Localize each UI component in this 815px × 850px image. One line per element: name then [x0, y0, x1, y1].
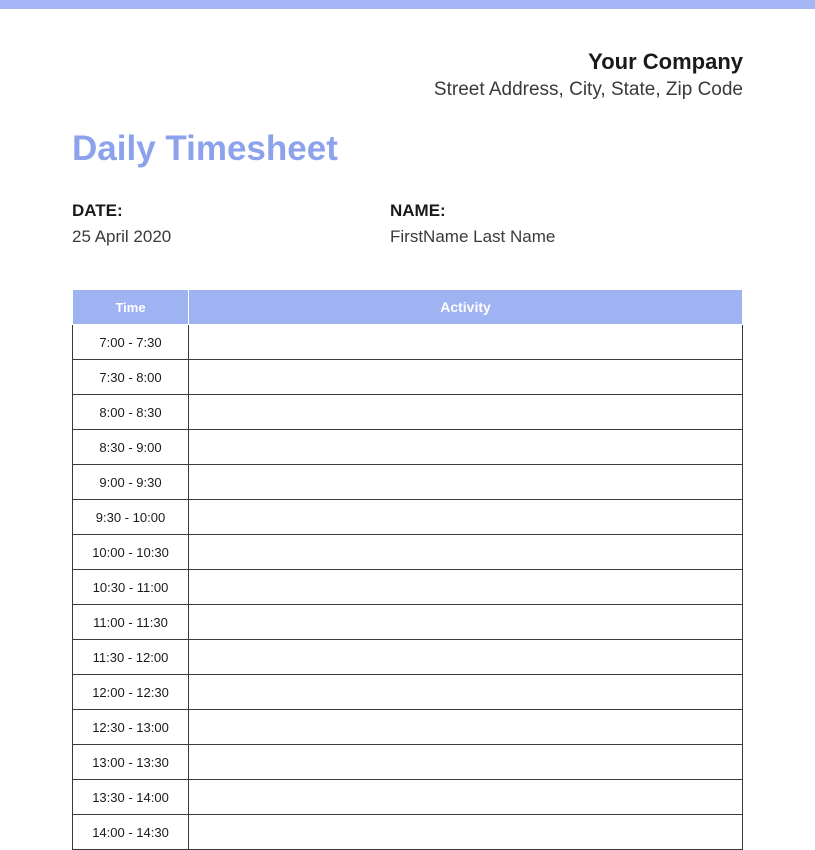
- info-row: DATE: 25 April 2020 NAME: FirstName Last…: [72, 201, 743, 247]
- time-cell: 8:30 - 9:00: [73, 430, 189, 465]
- activity-cell[interactable]: [189, 780, 743, 815]
- time-cell: 10:00 - 10:30: [73, 535, 189, 570]
- company-header: Your Company Street Address, City, State…: [72, 49, 743, 101]
- activity-cell[interactable]: [189, 640, 743, 675]
- activity-cell[interactable]: [189, 325, 743, 360]
- table-row: 13:30 - 14:00: [73, 780, 743, 815]
- time-cell: 13:30 - 14:00: [73, 780, 189, 815]
- time-cell: 8:00 - 8:30: [73, 395, 189, 430]
- table-row: 8:30 - 9:00: [73, 430, 743, 465]
- activity-cell[interactable]: [189, 535, 743, 570]
- time-cell: 9:00 - 9:30: [73, 465, 189, 500]
- table-row: 7:30 - 8:00: [73, 360, 743, 395]
- time-cell: 12:00 - 12:30: [73, 675, 189, 710]
- activity-cell[interactable]: [189, 710, 743, 745]
- page-title: Daily Timesheet: [72, 129, 743, 169]
- time-cell: 10:30 - 11:00: [73, 570, 189, 605]
- company-name: Your Company: [72, 49, 743, 75]
- date-label: DATE:: [72, 201, 390, 221]
- name-label: NAME:: [390, 201, 555, 221]
- table-row: 9:00 - 9:30: [73, 465, 743, 500]
- table-row: 14:00 - 14:30: [73, 815, 743, 850]
- activity-cell[interactable]: [189, 815, 743, 850]
- table-row: 11:30 - 12:00: [73, 640, 743, 675]
- time-cell: 11:30 - 12:00: [73, 640, 189, 675]
- time-cell: 14:00 - 14:30: [73, 815, 189, 850]
- top-accent-bar: [0, 0, 815, 9]
- time-cell: 7:00 - 7:30: [73, 325, 189, 360]
- table-row: 13:00 - 13:30: [73, 745, 743, 780]
- time-cell: 12:30 - 13:00: [73, 710, 189, 745]
- name-block: NAME: FirstName Last Name: [390, 201, 555, 247]
- time-column-header: Time: [73, 290, 189, 325]
- activity-cell[interactable]: [189, 500, 743, 535]
- activity-cell[interactable]: [189, 430, 743, 465]
- table-row: 7:00 - 7:30: [73, 325, 743, 360]
- activity-cell[interactable]: [189, 745, 743, 780]
- date-value: 25 April 2020: [72, 227, 390, 247]
- time-cell: 7:30 - 8:00: [73, 360, 189, 395]
- activity-column-header: Activity: [189, 290, 743, 325]
- table-row: 9:30 - 10:00: [73, 500, 743, 535]
- table-row: 11:00 - 11:30: [73, 605, 743, 640]
- activity-cell[interactable]: [189, 675, 743, 710]
- document-content: Your Company Street Address, City, State…: [0, 9, 815, 850]
- time-cell: 9:30 - 10:00: [73, 500, 189, 535]
- table-row: 10:30 - 11:00: [73, 570, 743, 605]
- activity-cell[interactable]: [189, 605, 743, 640]
- company-address: Street Address, City, State, Zip Code: [72, 79, 743, 101]
- table-row: 12:30 - 13:00: [73, 710, 743, 745]
- date-block: DATE: 25 April 2020: [72, 201, 390, 247]
- table-row: 10:00 - 10:30: [73, 535, 743, 570]
- time-cell: 11:00 - 11:30: [73, 605, 189, 640]
- activity-cell[interactable]: [189, 465, 743, 500]
- activity-cell[interactable]: [189, 360, 743, 395]
- table-row: 8:00 - 8:30: [73, 395, 743, 430]
- timesheet-table: Time Activity 7:00 - 7:307:30 - 8:008:00…: [72, 289, 743, 850]
- activity-cell[interactable]: [189, 570, 743, 605]
- activity-cell[interactable]: [189, 395, 743, 430]
- time-cell: 13:00 - 13:30: [73, 745, 189, 780]
- table-header-row: Time Activity: [73, 290, 743, 325]
- name-value: FirstName Last Name: [390, 227, 555, 247]
- table-row: 12:00 - 12:30: [73, 675, 743, 710]
